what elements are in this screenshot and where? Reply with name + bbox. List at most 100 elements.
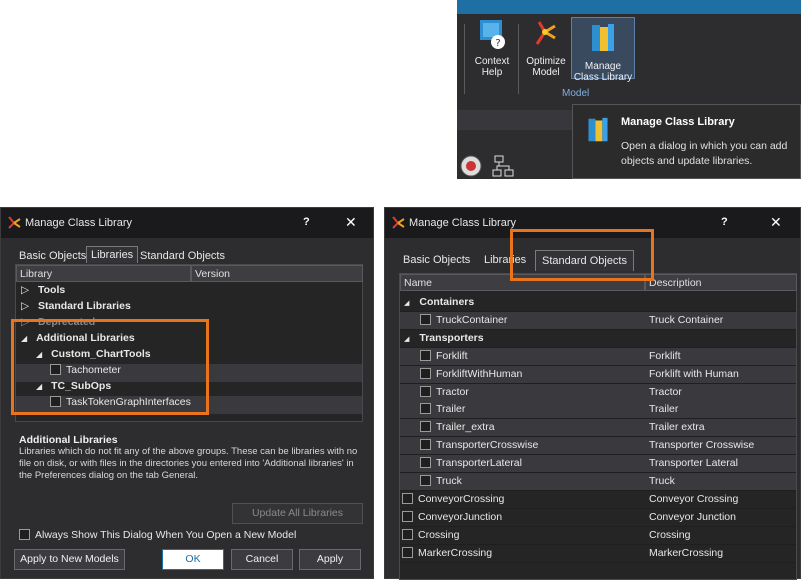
row-name: Containers [419,296,475,308]
update-all-libraries-button[interactable]: Update All Libraries [232,503,363,524]
row-name: Forklift [436,349,468,362]
column-header-version[interactable]: Version [191,265,363,282]
help-button[interactable]: ? [303,216,310,228]
row-description: Transporter Lateral [649,457,738,470]
row-name: TransporterCrosswise [436,439,539,452]
row-description: Tractor [649,385,682,398]
row-name: ConveyorJunction [418,510,503,523]
checkbox[interactable] [420,457,431,469]
checkbox[interactable] [19,529,30,540]
row-name: Crossing [418,528,460,541]
checkbox[interactable] [420,313,431,325]
context-help-button[interactable]: ? Context Help [470,18,514,78]
table-row[interactable]: TransporterCrosswise Transporter Crosswis… [400,437,796,456]
app-logo-icon [392,216,405,229]
row-name: ForkliftWithHuman [436,367,523,380]
table-row[interactable]: TransporterLateral Transporter Lateral [400,455,796,474]
table-row[interactable]: Trailer_extra Trailer extra [400,419,796,438]
column-header-library[interactable]: Library [16,265,191,282]
manage-class-library-dialog-standard-objects: Manage Class Library ? ✕ Basic Objects L… [384,207,801,580]
help-button[interactable]: ? [721,216,728,228]
row-description: Trailer extra [649,421,705,434]
class-library-books-icon [592,24,614,51]
cancel-button[interactable]: Cancel [231,549,293,570]
class-library-books-icon [588,117,608,142]
checkbox[interactable] [402,528,413,540]
row-name: MarkerCrossing [418,546,493,559]
group-row[interactable]: ◢ Transporters [400,330,796,348]
row-description: Truck [649,475,675,487]
tooltip: Manage Class Library Open a dialog in wh… [572,104,801,179]
ribbon-top-bar [457,0,801,14]
row-name: TruckContainer [436,313,508,326]
tooltip-description: Open a dialog in which you can add objec… [621,140,788,167]
group-row[interactable]: ◢ Containers [400,294,796,312]
row-description: Transporter Crosswise [649,439,755,452]
manage-class-library-dialog-libraries: Manage Class Library ? ✕ Basic Objects L… [0,207,374,579]
row-description: Crossing [649,528,691,541]
checkbox[interactable] [420,367,431,379]
dialog-title: Manage Class Library [25,217,132,229]
table-row[interactable]: Truck Truck [400,473,796,491]
collapse-icon[interactable]: ◢ [404,300,409,307]
checkbox[interactable] [420,475,431,486]
row-description: Forklift [649,349,681,362]
optimize-model-button[interactable]: Optimize Model [522,18,570,78]
manage-class-library-button[interactable]: Manage Class Library [571,17,635,83]
close-button[interactable]: ✕ [345,214,357,231]
ribbon-separator [518,24,519,94]
checkbox[interactable] [402,510,413,522]
table-row[interactable]: Forklift Forklift [400,347,796,366]
table-row[interactable]: Trailer Trailer [400,401,796,420]
table-row[interactable]: TruckContainer Truck Container [400,311,796,330]
dialog-title-bar: Manage Class Library ? ✕ [1,208,373,238]
checkbox[interactable] [420,385,431,397]
dialog-title: Manage Class Library [409,217,516,229]
ribbon-group-label: Model [562,88,590,99]
row-description: MarkerCrossing [649,546,724,559]
column-header-description[interactable]: Description [645,274,797,291]
tab-libraries[interactable]: Libraries [86,246,139,263]
network-icon[interactable] [491,154,515,178]
tab-standard-objects[interactable]: Standard Objects [136,248,229,264]
description-title: Additional Libraries [19,434,118,446]
ribbon-separator [464,24,465,94]
apply-button[interactable]: Apply [299,549,361,570]
collapse-icon[interactable]: ◢ [404,336,409,343]
tooltip-title: Manage Class Library [621,116,735,128]
checkbox[interactable] [402,546,413,558]
table-row[interactable]: Tractor Tractor [400,383,796,402]
checkbox[interactable] [420,349,431,361]
svg-text:?: ? [495,38,500,49]
ok-button[interactable]: OK [162,549,224,570]
table-row[interactable]: ConveyorJunction Conveyor Junction [400,509,796,527]
highlight-box [510,229,654,281]
row-name: Trailer [436,403,466,416]
always-show-checkbox[interactable]: Always Show This Dialog When You Open a … [19,529,296,547]
checkbox[interactable] [420,421,431,433]
optimize-model-icon [535,21,556,45]
tab-basic-objects[interactable]: Basic Objects [15,248,90,264]
table-row[interactable]: ConveyorCrossing Conveyor Crossing [400,491,796,509]
expand-icon[interactable]: ▷ [21,284,29,296]
expand-icon[interactable]: ▷ [21,300,29,312]
highlight-box [11,319,209,415]
globe-icon[interactable] [459,154,483,178]
table-row[interactable]: Crossing Crossing [400,527,796,545]
row-description: Trailer [649,403,679,416]
checkbox[interactable] [402,492,413,504]
ribbon-panel: ? Context Help Optimize Model Manage Cla… [457,0,801,179]
row-description: Truck Container [649,313,724,326]
apply-to-new-models-button[interactable]: Apply to New Models [14,549,125,570]
description-text: Libraries which do not fit any of the ab… [19,446,358,481]
row-description: Conveyor Crossing [649,492,739,505]
close-button[interactable]: ✕ [770,214,782,231]
tab-basic-objects[interactable]: Basic Objects [399,252,474,268]
table-row[interactable]: ForkliftWithHuman Forklift with Human [400,365,796,384]
checkbox[interactable] [420,403,431,415]
row-name: ConveyorCrossing [418,492,505,505]
table-row[interactable]: MarkerCrossing MarkerCrossing [400,545,796,563]
row-description: Forklift with Human [649,367,739,380]
row-name: Transporters [419,331,484,344]
checkbox[interactable] [420,439,431,451]
